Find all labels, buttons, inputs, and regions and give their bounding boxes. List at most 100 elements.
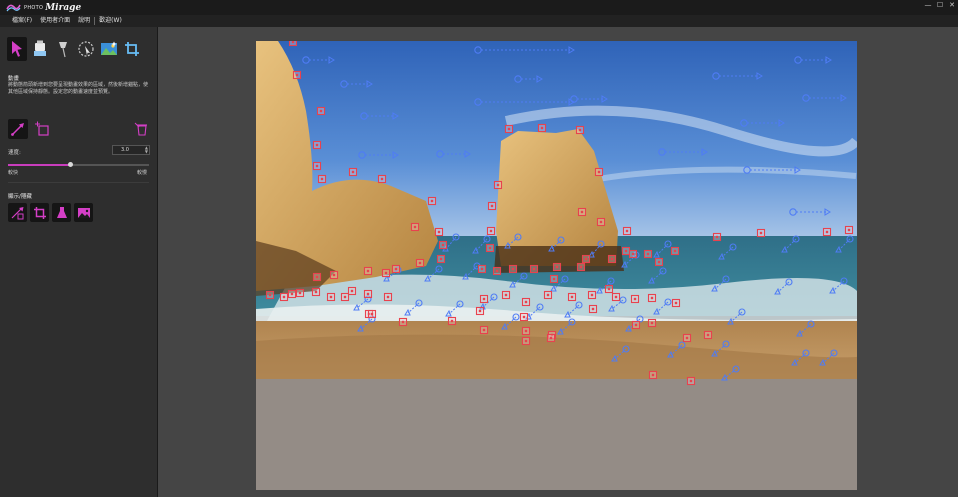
toggle-image[interactable]	[74, 203, 93, 222]
anchor-point-marker[interactable]	[312, 161, 322, 171]
anchor-point-marker[interactable]	[347, 286, 357, 296]
close-button[interactable]: ✕	[946, 0, 958, 10]
anchor-point-marker[interactable]	[567, 292, 577, 302]
anchor-point-marker[interactable]	[415, 258, 425, 268]
anchor-point-marker[interactable]	[519, 312, 529, 322]
anchor-point-marker[interactable]	[504, 124, 514, 134]
minimize-button[interactable]: —	[922, 0, 934, 10]
anchor-point-marker[interactable]	[631, 320, 641, 330]
anchor-point-marker[interactable]	[475, 306, 485, 316]
anchor-point-marker[interactable]	[312, 272, 322, 282]
anchor-point-marker[interactable]	[447, 316, 457, 326]
anchor-point-marker[interactable]	[682, 333, 692, 343]
anchor-point-marker[interactable]	[398, 317, 408, 327]
anchor-point-marker[interactable]	[552, 262, 562, 272]
anchor-point-marker[interactable]	[363, 266, 373, 276]
anchor-point-marker[interactable]	[521, 326, 531, 336]
anchor-point-marker[interactable]	[577, 207, 587, 217]
anchor-point-marker[interactable]	[630, 294, 640, 304]
anchor-point-marker[interactable]	[363, 289, 373, 299]
anchor-point-marker[interactable]	[822, 227, 832, 237]
anchor-point-marker[interactable]	[844, 225, 854, 235]
menu-user-interface[interactable]: 使用者介面	[36, 15, 74, 27]
speed-spinner-icon[interactable]: ▲ ▼	[145, 146, 148, 154]
anchor-point-marker[interactable]	[295, 288, 305, 298]
anchor-point-marker[interactable]	[493, 180, 503, 190]
anchor-point-marker[interactable]	[316, 106, 326, 116]
anchor-point-marker[interactable]	[648, 370, 658, 380]
anchor-point-marker[interactable]	[485, 243, 495, 253]
anchor-point-marker[interactable]	[391, 264, 401, 274]
anchor-point-marker[interactable]	[521, 336, 531, 346]
anchor-point-marker[interactable]	[622, 226, 632, 236]
tool-select-animate[interactable]	[7, 37, 27, 61]
anchor-point-marker[interactable]	[311, 287, 321, 297]
tool-image-adjust[interactable]	[99, 37, 119, 61]
anchor-point-marker[interactable]	[588, 304, 598, 314]
menu-file[interactable]: 檔案(F)	[8, 15, 36, 27]
clear-all-button[interactable]	[133, 121, 149, 137]
tool-selection[interactable]	[76, 37, 96, 61]
anchor-point-marker[interactable]	[492, 266, 502, 276]
anchor-point-marker[interactable]	[292, 70, 302, 80]
anchor-point-marker[interactable]	[438, 240, 448, 250]
speed-input[interactable]: 3.0 ▲ ▼	[112, 145, 150, 155]
menu-welcome[interactable]: 歡迎(W)	[95, 15, 126, 27]
anchor-point-marker[interactable]	[317, 174, 327, 184]
anchor-point-marker[interactable]	[521, 297, 531, 307]
anchor-point-marker[interactable]	[670, 246, 680, 256]
anchor-point-marker[interactable]	[508, 264, 518, 274]
anchor-point-marker[interactable]	[477, 264, 487, 274]
menu-help[interactable]: 說明	[74, 15, 94, 27]
anchor-point-marker[interactable]	[576, 262, 586, 272]
anchor-point-marker[interactable]	[367, 309, 377, 319]
anchor-point-marker[interactable]	[486, 226, 496, 236]
anchor-point-marker[interactable]	[279, 292, 289, 302]
anchor-point-marker[interactable]	[326, 292, 336, 302]
anchor-point-marker[interactable]	[479, 294, 489, 304]
anchor-point-marker[interactable]	[594, 167, 604, 177]
anchor-point-marker[interactable]	[621, 246, 631, 256]
anchor-point-marker[interactable]	[383, 292, 393, 302]
anchor-point-marker[interactable]	[607, 254, 617, 264]
anchor-point-marker[interactable]	[340, 292, 350, 302]
editing-canvas[interactable]	[158, 27, 958, 497]
anchor-tool[interactable]	[32, 119, 52, 139]
toggle-arrows[interactable]	[8, 203, 27, 222]
anchor-point-marker[interactable]	[703, 330, 713, 340]
anchor-point-marker[interactable]	[546, 333, 556, 343]
anchor-point-marker[interactable]	[377, 174, 387, 184]
photo-workspace[interactable]	[256, 41, 857, 490]
anchor-point-marker[interactable]	[436, 254, 446, 264]
speed-slider[interactable]	[8, 162, 149, 167]
anchor-point-marker[interactable]	[581, 254, 591, 264]
anchor-point-marker[interactable]	[686, 376, 696, 386]
anchor-point-marker[interactable]	[265, 290, 275, 300]
anchor-point-marker[interactable]	[543, 290, 553, 300]
anchor-point-marker[interactable]	[537, 123, 547, 133]
anchor-point-marker[interactable]	[628, 249, 638, 259]
anchor-point-marker[interactable]	[529, 264, 539, 274]
anchor-point-marker[interactable]	[756, 228, 766, 238]
anchor-point-marker[interactable]	[611, 292, 621, 302]
anchor-point-marker[interactable]	[427, 196, 437, 206]
anchor-point-marker[interactable]	[587, 290, 597, 300]
anchor-point-marker[interactable]	[348, 167, 358, 177]
anchor-point-marker[interactable]	[312, 140, 322, 150]
anchor-point-marker[interactable]	[596, 217, 606, 227]
motion-arrow-tool[interactable]	[8, 119, 28, 139]
anchor-point-marker[interactable]	[479, 325, 489, 335]
tool-anchor[interactable]	[53, 37, 73, 61]
tool-crop[interactable]	[122, 37, 142, 61]
toggle-crop[interactable]	[30, 203, 49, 222]
anchor-point-marker[interactable]	[329, 270, 339, 280]
anchor-point-marker[interactable]	[575, 125, 585, 135]
anchor-point-marker[interactable]	[549, 274, 559, 284]
anchor-point-marker[interactable]	[381, 268, 391, 278]
anchor-point-marker[interactable]	[410, 222, 420, 232]
anchor-point-marker[interactable]	[288, 41, 298, 47]
maximize-button[interactable]: ☐	[934, 0, 946, 10]
speed-slider-handle[interactable]	[68, 162, 74, 167]
tool-eraser[interactable]	[30, 37, 50, 61]
anchor-point-marker[interactable]	[487, 201, 497, 211]
